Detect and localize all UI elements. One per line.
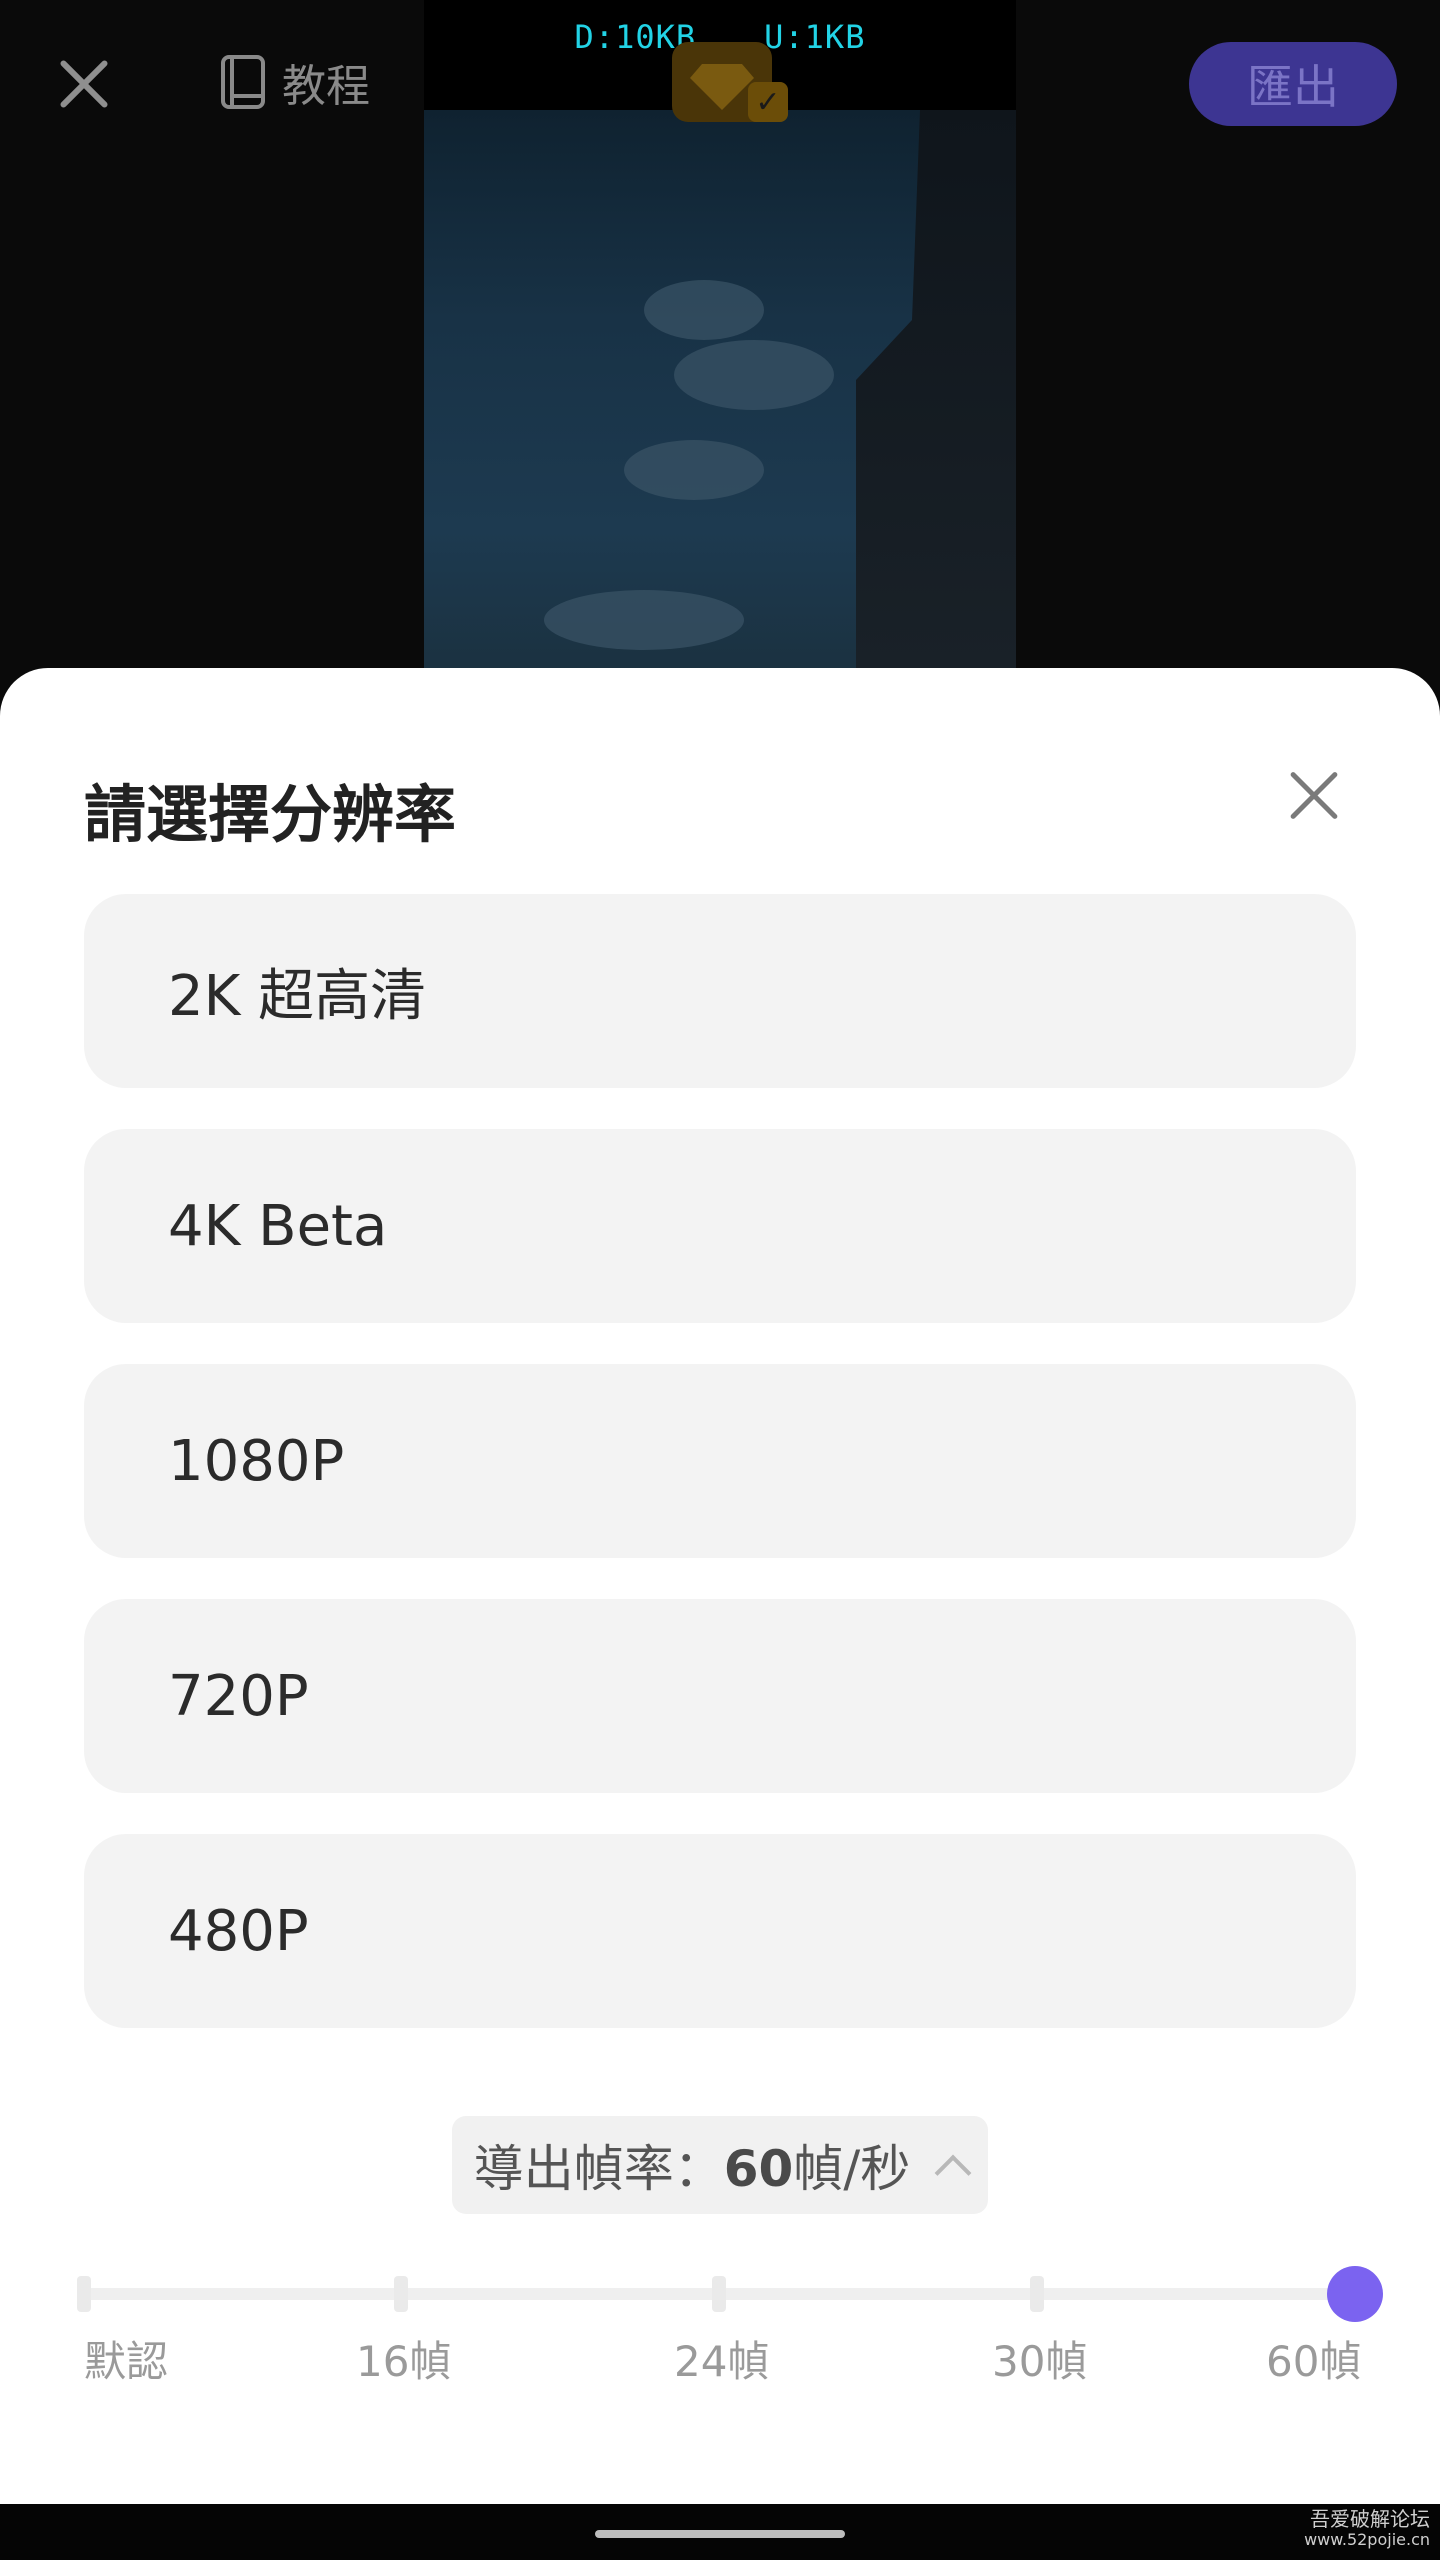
resolution-option-480p[interactable]: 480P [84, 1834, 1356, 2028]
fps-slider-tick[interactable] [394, 2276, 408, 2312]
resolution-option-2k[interactable]: 2K 超高清 [84, 894, 1356, 1088]
fps-toggle-button[interactable]: 導出幀率：60幀/秒 [452, 2116, 988, 2214]
fps-toggle-unit: 幀/秒 [793, 2140, 911, 2198]
fps-slider-thumb[interactable] [1327, 2266, 1383, 2322]
fps-toggle-text: 導出幀率：60幀/秒 [474, 2129, 910, 2201]
resolution-option-720p[interactable]: 720P [84, 1599, 1356, 1793]
export-button[interactable]: 匯出 [1189, 42, 1397, 126]
fps-slider-tick[interactable] [712, 2276, 726, 2312]
sheet-title: 請選擇分辨率 [84, 778, 457, 851]
tutorial-button[interactable]: 教程 [220, 50, 370, 114]
fps-slider-tick[interactable] [1030, 2276, 1044, 2312]
home-gesture-handle[interactable] [595, 2530, 845, 2538]
upload-stat: U:1KB [764, 18, 866, 56]
resolution-option-4k[interactable]: 4K Beta [84, 1129, 1356, 1323]
fps-label-16[interactable]: 16幀 [356, 2328, 451, 2389]
fps-slider-tick[interactable] [77, 2276, 91, 2312]
tutorial-label: 教程 [282, 61, 370, 112]
preview-image [424, 110, 1016, 700]
watermark-line2: www.52pojie.cn [1304, 2530, 1430, 2549]
chevron-up-icon [934, 2154, 972, 2192]
check-icon: ✓ [748, 82, 788, 122]
fps-label-24[interactable]: 24幀 [674, 2328, 769, 2389]
watermark-line1: 吾爱破解论坛 [1310, 2507, 1430, 2531]
resolution-option-1080p[interactable]: 1080P [84, 1364, 1356, 1558]
resolution-sheet: 請選擇分辨率 2K 超高清 4K Beta 1080P 720P 480P 導出… [0, 668, 1440, 2504]
fps-label-default[interactable]: 默認 [84, 2328, 168, 2389]
close-icon[interactable] [1286, 768, 1342, 824]
book-icon [221, 55, 265, 109]
close-icon[interactable] [54, 54, 114, 114]
watermark: 吾爱破解论坛 www.52pojie.cn [1304, 2508, 1430, 2549]
system-nav-bar: 吾爱破解论坛 www.52pojie.cn [0, 2504, 1440, 2560]
fps-toggle-prefix: 導出幀率： [473, 2140, 724, 2198]
fps-toggle-value: 60 [723, 2140, 794, 2198]
fps-label-60[interactable]: 60幀 [1266, 2328, 1361, 2389]
fps-label-30[interactable]: 30幀 [992, 2328, 1087, 2389]
